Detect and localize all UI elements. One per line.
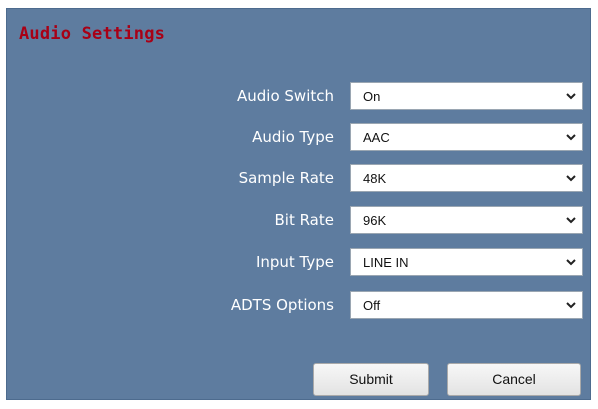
bit-rate-label: Bit Rate (274, 211, 334, 229)
audio-switch-label: Audio Switch (237, 87, 334, 105)
field-audio-type: Audio Type AAC (7, 123, 592, 153)
audio-settings-panel: Audio Settings Audio Switch On Audio Typ… (6, 8, 591, 400)
sample-rate-label: Sample Rate (238, 169, 334, 187)
chevron-down-icon (566, 302, 576, 309)
field-bit-rate: Bit Rate 96K (7, 206, 592, 236)
audio-switch-select[interactable]: On (350, 82, 583, 110)
field-input-type: Input Type LINE IN (7, 248, 592, 278)
input-type-value: LINE IN (363, 255, 409, 270)
audio-switch-value: On (363, 89, 381, 104)
audio-type-value: AAC (363, 130, 390, 145)
chevron-down-icon (566, 175, 576, 182)
field-audio-switch: Audio Switch On (7, 82, 592, 112)
adts-options-select[interactable]: Off (350, 291, 583, 319)
chevron-down-icon (566, 259, 576, 266)
chevron-down-icon (566, 93, 576, 100)
page-title: Audio Settings (19, 24, 166, 44)
sample-rate-select[interactable]: 48K (350, 164, 583, 192)
audio-type-label: Audio Type (252, 128, 334, 146)
submit-button[interactable]: Submit (313, 363, 429, 396)
field-sample-rate: Sample Rate 48K (7, 164, 592, 194)
audio-type-select[interactable]: AAC (350, 123, 583, 151)
chevron-down-icon (566, 134, 576, 141)
bit-rate-value: 96K (363, 213, 387, 228)
chevron-down-icon (566, 217, 576, 224)
input-type-label: Input Type (255, 253, 334, 271)
cancel-button[interactable]: Cancel (447, 363, 581, 396)
adts-options-value: Off (363, 298, 381, 313)
adts-options-label: ADTS Options (230, 296, 334, 314)
sample-rate-value: 48K (363, 171, 387, 186)
input-type-select[interactable]: LINE IN (350, 248, 583, 276)
bit-rate-select[interactable]: 96K (350, 206, 583, 234)
field-adts-options: ADTS Options Off (7, 291, 592, 321)
